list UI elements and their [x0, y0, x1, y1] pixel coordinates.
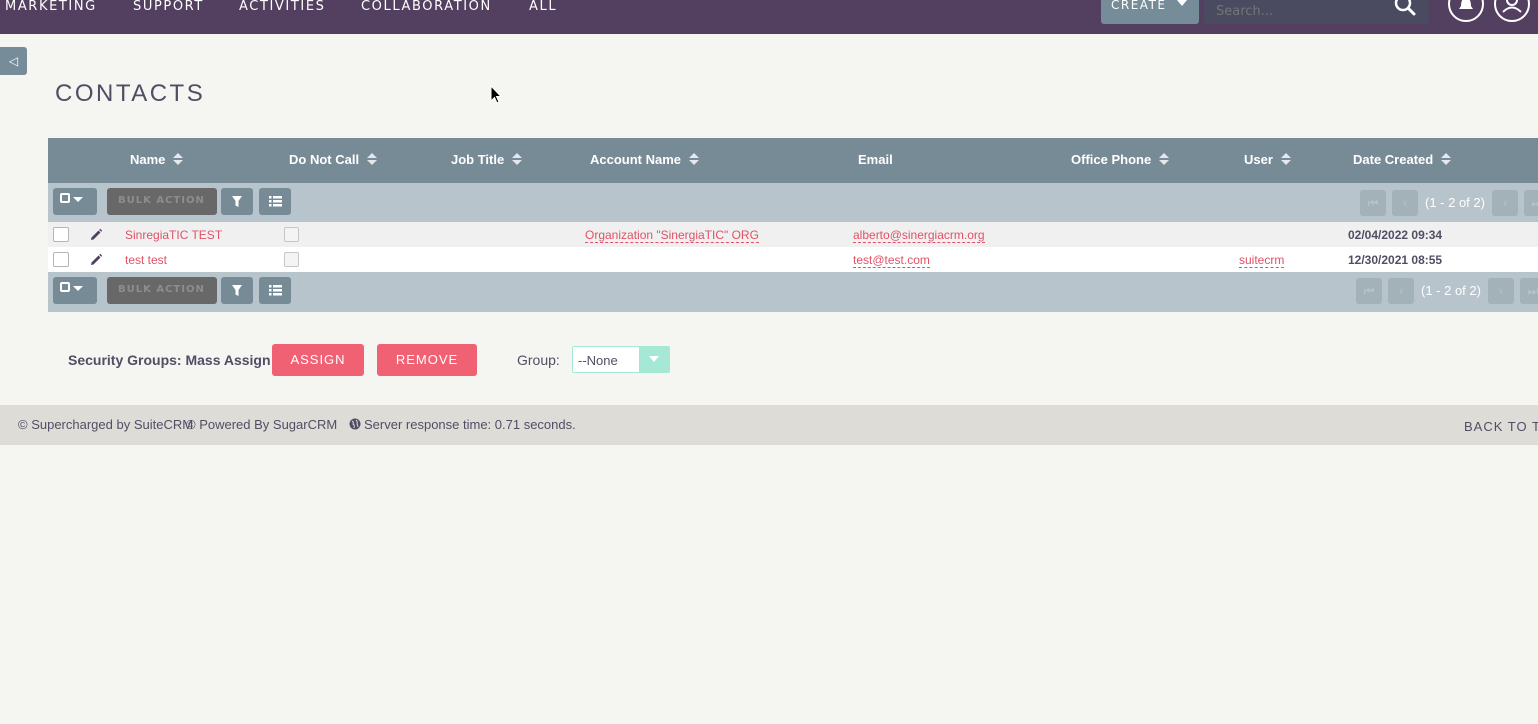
- sort-icon[interactable]: [1441, 153, 1452, 165]
- column-header-date-created[interactable]: Date Created: [1353, 152, 1452, 167]
- do-not-call-checkbox: [284, 252, 299, 267]
- supercharged-link[interactable]: © Supercharged by SuiteCRM: [18, 417, 193, 432]
- remove-button[interactable]: REMOVE: [377, 344, 477, 376]
- chevron-down-icon: [73, 197, 83, 202]
- row-select-checkbox[interactable]: [53, 252, 69, 267]
- column-header-job-title[interactable]: Job Title: [451, 152, 523, 167]
- last-page-button[interactable]: ⏭: [1524, 190, 1538, 216]
- select-all-dropdown[interactable]: [53, 188, 97, 215]
- assign-button[interactable]: ASSIGN: [272, 344, 364, 376]
- filter-button[interactable]: [221, 277, 253, 304]
- user-profile-icon[interactable]: [1494, 0, 1530, 22]
- column-header-account-name[interactable]: Account Name: [590, 152, 700, 167]
- filter-button[interactable]: [221, 188, 253, 215]
- column-header-office-phone[interactable]: Office Phone: [1071, 152, 1170, 167]
- list-columns-icon: [269, 196, 282, 207]
- bulk-action-button[interactable]: BULK ACTION: [107, 188, 217, 215]
- pencil-edit-icon[interactable]: [88, 227, 104, 243]
- first-page-button[interactable]: ⏮: [1356, 278, 1382, 304]
- list-header-row: Name Do Not Call Job Title Account Name …: [48, 138, 1538, 183]
- chevron-down-icon: [639, 347, 669, 372]
- create-label: CREATE: [1111, 0, 1167, 12]
- email-link[interactable]: test@test.com: [853, 253, 930, 268]
- mouse-cursor-icon: [490, 85, 503, 104]
- column-chooser-button[interactable]: [259, 277, 291, 304]
- sort-icon[interactable]: [512, 153, 523, 165]
- chevron-down-icon: [1177, 0, 1187, 6]
- chevron-down-icon: [73, 286, 83, 291]
- user-link[interactable]: suitecrm: [1239, 253, 1285, 268]
- globe-icon: [349, 418, 361, 430]
- date-created: 02/04/2022 09:34: [1348, 228, 1443, 242]
- group-select[interactable]: --None: [572, 346, 670, 373]
- previous-page-button[interactable]: ‹: [1388, 278, 1414, 304]
- date-created: 12/30/2021 08:55: [1348, 253, 1443, 267]
- nav-marketing[interactable]: MARKETING: [5, 0, 97, 14]
- sidebar-toggle-button[interactable]: ◁: [0, 47, 27, 75]
- table-row: SinregiaTIC TEST Organization "SinergiaT…: [48, 222, 1538, 247]
- column-header-email: Email: [858, 152, 893, 167]
- list-columns-icon: [269, 285, 282, 296]
- sort-icon[interactable]: [173, 153, 184, 165]
- sort-icon[interactable]: [367, 153, 378, 165]
- next-page-button[interactable]: ›: [1488, 278, 1514, 304]
- contacts-list-view: Name Do Not Call Job Title Account Name …: [48, 138, 1538, 312]
- pagination-count: (1 - 2 of 2): [1421, 283, 1481, 298]
- footer: © Supercharged by SuiteCRM © Powered By …: [0, 405, 1538, 445]
- previous-page-button[interactable]: ‹: [1392, 190, 1418, 216]
- pencil-edit-icon[interactable]: [88, 252, 104, 268]
- sort-icon[interactable]: [1159, 153, 1170, 165]
- nav-all[interactable]: ALL: [529, 0, 557, 14]
- filter-icon: [232, 285, 242, 296]
- nav-support[interactable]: SUPPORT: [133, 0, 204, 14]
- nav-collaboration[interactable]: COLLABORATION: [361, 0, 492, 14]
- account-name-link[interactable]: Organization "SinergiaTIC" ORG: [585, 228, 759, 243]
- email-link[interactable]: alberto@sinergiacrm.org: [853, 228, 985, 243]
- next-page-button[interactable]: ›: [1492, 190, 1518, 216]
- nav-activities[interactable]: ACTIVITIES: [239, 0, 325, 14]
- back-to-top-link[interactable]: BACK TO TO: [1464, 419, 1538, 434]
- row-select-checkbox[interactable]: [53, 227, 69, 242]
- top-navigation-bar: MARKETING SUPPORT ACTIVITIES COLLABORATI…: [0, 0, 1538, 34]
- search-icon[interactable]: [1392, 0, 1418, 20]
- column-header-name[interactable]: Name: [130, 152, 184, 167]
- do-not-call-checkbox: [284, 227, 299, 242]
- list-toolbar-top: BULK ACTION ⏮ ‹ (1 - 2 of 2) › ⏭: [48, 183, 1538, 222]
- powered-by-link[interactable]: © Powered By SugarCRM: [186, 417, 337, 432]
- filter-icon: [232, 196, 242, 207]
- column-header-do-not-call[interactable]: Do Not Call: [289, 152, 378, 167]
- table-row: test test test@test.com suitecrm 12/30/2…: [48, 247, 1538, 272]
- sort-icon[interactable]: [689, 153, 700, 165]
- group-label: Group:: [517, 352, 560, 368]
- group-select-value: --None: [578, 353, 618, 368]
- contact-name-link[interactable]: SinregiaTIC TEST: [125, 228, 222, 242]
- list-toolbar-bottom: BULK ACTION ⏮ ‹ (1 - 2 of 2) › ⏭: [48, 272, 1538, 311]
- select-all-dropdown[interactable]: [53, 277, 97, 304]
- page-title: CONTACTS: [55, 80, 206, 107]
- pagination-count: (1 - 2 of 2): [1425, 195, 1485, 210]
- server-response-time: Server response time: 0.71 seconds.: [364, 417, 576, 432]
- create-button[interactable]: CREATE: [1101, 0, 1199, 24]
- security-groups-mass-assign-label: Security Groups: Mass Assign: [68, 352, 271, 368]
- checkbox-icon: [60, 282, 70, 292]
- sort-icon[interactable]: [1280, 153, 1291, 165]
- notifications-bell-icon[interactable]: [1448, 0, 1484, 22]
- bulk-action-button[interactable]: BULK ACTION: [107, 277, 217, 304]
- contact-name-link[interactable]: test test: [125, 253, 167, 267]
- checkbox-icon: [60, 193, 70, 203]
- column-header-user[interactable]: User: [1244, 152, 1291, 167]
- last-page-button[interactable]: ⏭: [1520, 278, 1538, 304]
- column-chooser-button[interactable]: [259, 188, 291, 215]
- first-page-button[interactable]: ⏮: [1360, 190, 1386, 216]
